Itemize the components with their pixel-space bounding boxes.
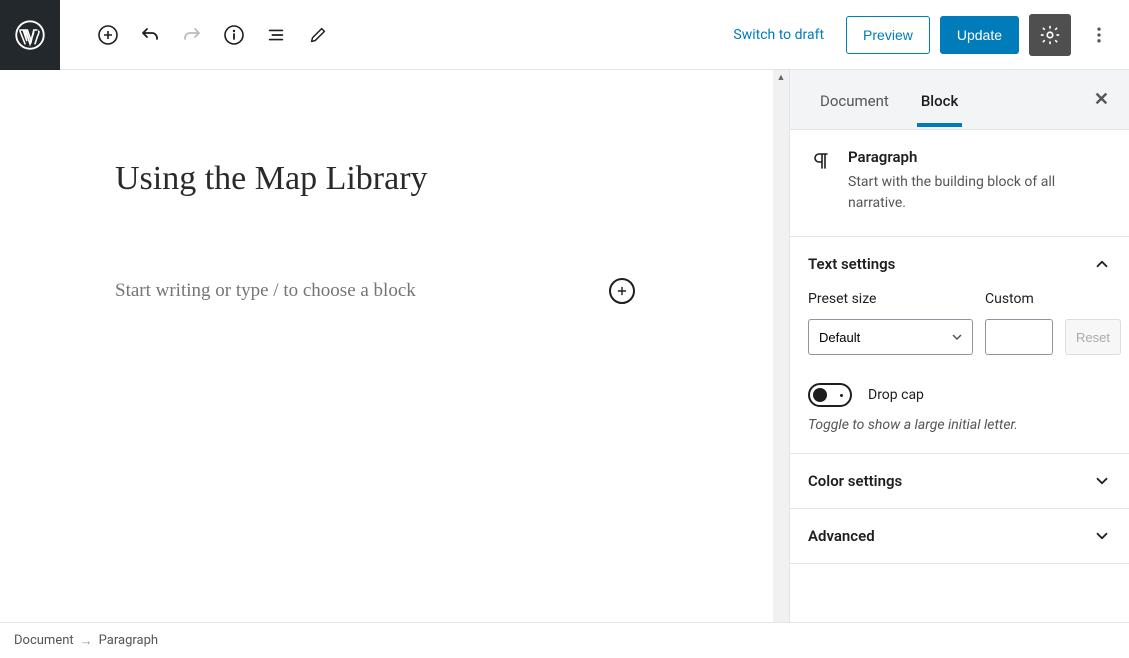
info-button[interactable] [216, 17, 252, 53]
pencil-icon [307, 24, 329, 46]
font-size-row: Preset size Default Custom Reset [808, 291, 1111, 355]
panel-body-text-settings: Preset size Default Custom Reset [790, 291, 1129, 453]
toggle-indicator [840, 394, 843, 397]
undo-icon [138, 23, 162, 47]
info-icon [222, 23, 246, 47]
custom-size-label: Custom [985, 291, 1053, 307]
wordpress-icon [15, 20, 45, 50]
drop-cap-hint: Toggle to show a large initial letter. [808, 417, 1111, 433]
gear-icon [1039, 24, 1061, 46]
paragraph-placeholder: Start writing or type / to choose a bloc… [115, 280, 416, 302]
edit-button[interactable] [300, 17, 336, 53]
panel-head-text-settings[interactable]: Text settings [790, 237, 1129, 291]
custom-size-input[interactable] [985, 319, 1053, 355]
dots-vertical-icon [1089, 25, 1109, 45]
chevron-up-icon [1093, 255, 1111, 273]
paragraph-icon [808, 148, 834, 174]
breadcrumb-separator: → [80, 633, 93, 649]
block-meta: Paragraph Start with the building block … [848, 148, 1111, 214]
undo-button[interactable] [132, 17, 168, 53]
drop-cap-label: Drop cap [868, 387, 924, 403]
custom-size-field: Custom [985, 291, 1053, 355]
panel-text-settings: Text settings Preset size Default Custom [790, 237, 1129, 454]
preset-size-select[interactable]: Default [808, 319, 973, 355]
redo-button[interactable] [174, 17, 210, 53]
drop-cap-toggle[interactable] [808, 383, 852, 407]
top-toolbar: Switch to draft Preview Update [0, 0, 1129, 70]
outline-button[interactable] [258, 17, 294, 53]
update-button[interactable]: Update [940, 16, 1019, 54]
preset-size-label: Preset size [808, 291, 973, 307]
breadcrumb: Document → Paragraph [0, 622, 1129, 658]
settings-button[interactable] [1029, 14, 1071, 56]
panel-title: Color settings [808, 472, 902, 490]
plus-circle-icon [96, 23, 120, 47]
redo-icon [180, 23, 204, 47]
drop-cap-row: Drop cap [808, 383, 1111, 407]
toolbar-left [60, 17, 336, 53]
wordpress-logo[interactable] [0, 0, 60, 70]
scroll-up-icon: ▲ [773, 70, 789, 84]
toggle-knob [813, 388, 827, 402]
editor-scrollbar[interactable]: ▲ [773, 70, 789, 622]
list-icon [265, 24, 287, 46]
paragraph-block[interactable]: Start writing or type / to choose a bloc… [115, 278, 635, 304]
chevron-down-icon [1093, 527, 1111, 545]
panel-title: Text settings [808, 255, 895, 273]
close-sidebar-button[interactable]: ✕ [1088, 83, 1115, 116]
block-name: Paragraph [848, 148, 1111, 166]
more-options-button[interactable] [1081, 14, 1117, 56]
switch-to-draft-link[interactable]: Switch to draft [721, 19, 836, 51]
page-title[interactable]: Using the Map Library [115, 160, 689, 198]
panel-color-settings: Color settings [790, 454, 1129, 509]
panel-advanced: Advanced [790, 509, 1129, 564]
breadcrumb-current[interactable]: Paragraph [99, 633, 158, 648]
panel-head-color-settings[interactable]: Color settings [790, 454, 1129, 508]
add-block-inline-button[interactable] [609, 278, 635, 304]
editor-content: Using the Map Library Start writing or t… [0, 70, 789, 324]
add-block-button[interactable] [90, 17, 126, 53]
tab-document[interactable]: Document [804, 74, 905, 126]
editor-canvas: Using the Map Library Start writing or t… [0, 70, 789, 622]
block-header: Paragraph Start with the building block … [790, 130, 1129, 237]
preset-size-field: Preset size Default [808, 291, 973, 355]
block-description: Start with the building block of all nar… [848, 172, 1111, 214]
preview-button[interactable]: Preview [846, 16, 930, 54]
panel-title: Advanced [808, 527, 875, 545]
reset-size-button[interactable]: Reset [1065, 319, 1121, 355]
chevron-down-icon [1093, 472, 1111, 490]
plus-icon [615, 284, 629, 298]
settings-sidebar: Document Block ✕ Paragraph Start with th… [789, 70, 1129, 622]
sidebar-tabs: Document Block ✕ [790, 70, 1129, 130]
panel-head-advanced[interactable]: Advanced [790, 509, 1129, 563]
breadcrumb-root[interactable]: Document [14, 633, 74, 648]
tab-block[interactable]: Block [905, 74, 974, 126]
toolbar-right: Switch to draft Preview Update [721, 14, 1129, 56]
main-area: Using the Map Library Start writing or t… [0, 70, 1129, 622]
